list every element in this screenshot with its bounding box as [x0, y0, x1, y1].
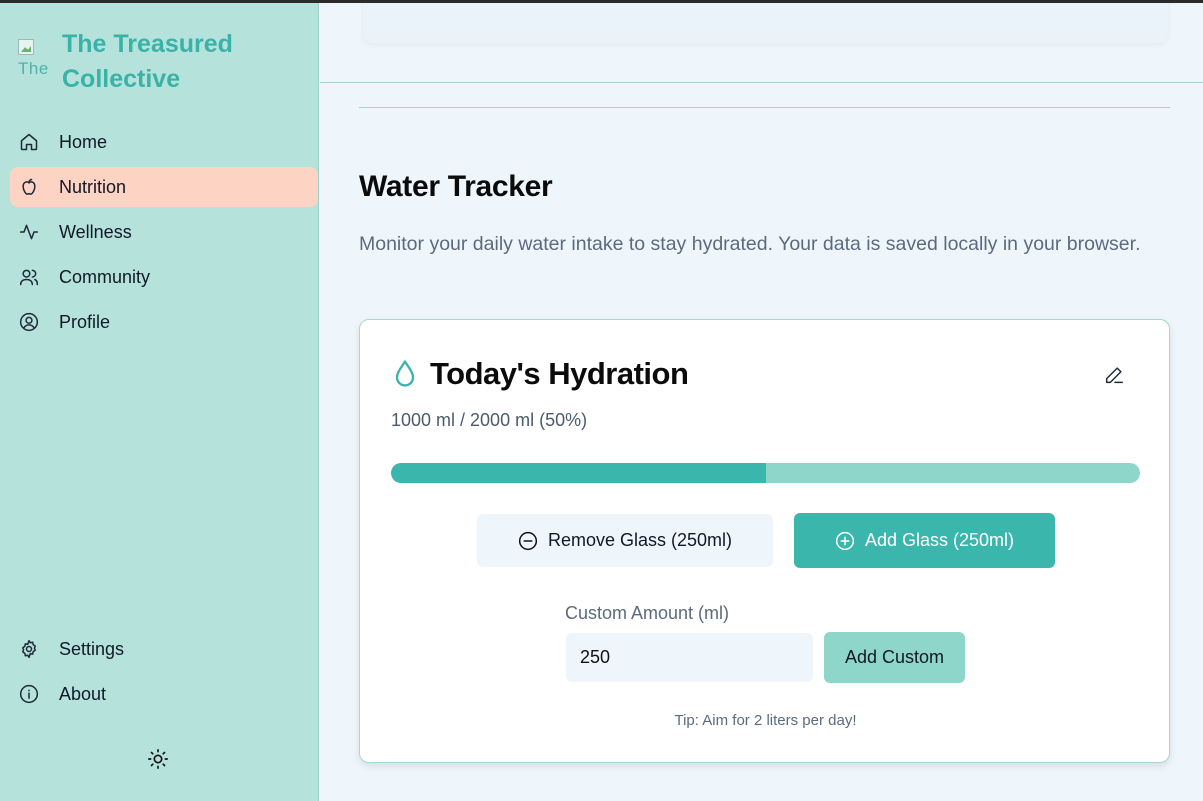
window-top-border	[0, 0, 1203, 3]
droplet-icon	[395, 360, 415, 387]
remove-glass-label: Remove Glass (250ml)	[547, 530, 733, 550]
sidebar-item-label: Home	[59, 131, 108, 152]
sidebar-item-label: Profile	[59, 311, 111, 332]
user-circle-icon	[19, 312, 39, 332]
sidebar-item-label: Nutrition	[59, 176, 127, 197]
sidebar-bottom-nav: Settings About	[10, 629, 318, 719]
add-custom-button[interactable]: Add Custom	[824, 632, 965, 683]
sidebar-item-community[interactable]: Community	[10, 257, 318, 297]
sidebar-item-settings[interactable]: Settings	[10, 629, 318, 669]
hydration-card: Today's Hydration 1000 ml / 2000 ml (50%…	[359, 319, 1170, 763]
progress-text: 1000 ml / 2000 ml (50%)	[391, 410, 588, 430]
pencil-icon	[1105, 367, 1123, 384]
brand-title: The Treasured Collective	[62, 30, 233, 93]
brand-logo-alt: The	[18, 59, 49, 78]
sidebar-item-wellness[interactable]: Wellness	[10, 212, 318, 252]
sidebar-item-label: Settings	[59, 638, 125, 659]
sidebar-item-about[interactable]: About	[10, 674, 318, 714]
page-description: Monitor your daily water intake to stay …	[359, 233, 1141, 255]
hydration-progress-fill	[391, 463, 766, 483]
sidebar-nav: Home Nutrition Wellness Community Profil…	[10, 122, 318, 347]
sidebar: The The Treasured Collective Home Nutrit…	[0, 3, 319, 801]
hydration-card-header: Today's Hydration	[391, 356, 689, 392]
home-icon	[20, 133, 38, 151]
users-icon	[19, 269, 39, 286]
edit-goal-button[interactable]	[1103, 364, 1125, 386]
broken-image-icon	[18, 39, 34, 55]
hydration-progress-bar	[391, 463, 1140, 483]
brand[interactable]: The The Treasured Collective	[18, 27, 292, 97]
sidebar-item-home[interactable]: Home	[10, 122, 318, 162]
custom-amount-input[interactable]	[566, 633, 813, 682]
hydration-card-title: Today's Hydration	[430, 356, 689, 391]
theme-toggle-button[interactable]	[147, 748, 169, 770]
gear-icon	[22, 639, 36, 659]
add-glass-label: Add Glass (250ml)	[864, 530, 1015, 550]
info-icon	[19, 684, 39, 704]
sidebar-item-label: Wellness	[59, 221, 132, 242]
section-divider	[359, 107, 1170, 108]
plus-circle-icon	[835, 531, 855, 550]
add-glass-button[interactable]: Add Glass (250ml)	[794, 513, 1055, 568]
hydration-tip: Tip: Aim for 2 liters per day!	[674, 712, 857, 729]
custom-amount-label: Custom Amount (ml)	[565, 603, 730, 623]
main-content: Water Tracker Monitor your daily water i…	[320, 0, 1203, 801]
header-divider	[320, 82, 1203, 83]
sun-icon	[148, 749, 168, 769]
page-title: Water Tracker	[359, 170, 553, 203]
brand-logo: The	[18, 39, 52, 81]
sidebar-item-nutrition[interactable]: Nutrition	[10, 167, 318, 207]
previous-section-card	[363, 0, 1168, 43]
activity-icon	[19, 224, 39, 240]
apple-icon	[22, 178, 36, 195]
sidebar-item-profile[interactable]: Profile	[10, 302, 318, 342]
sidebar-item-label: About	[59, 683, 107, 704]
sidebar-item-label: Community	[59, 266, 151, 287]
remove-glass-button[interactable]: Remove Glass (250ml)	[477, 514, 773, 567]
minus-circle-icon	[518, 531, 538, 550]
